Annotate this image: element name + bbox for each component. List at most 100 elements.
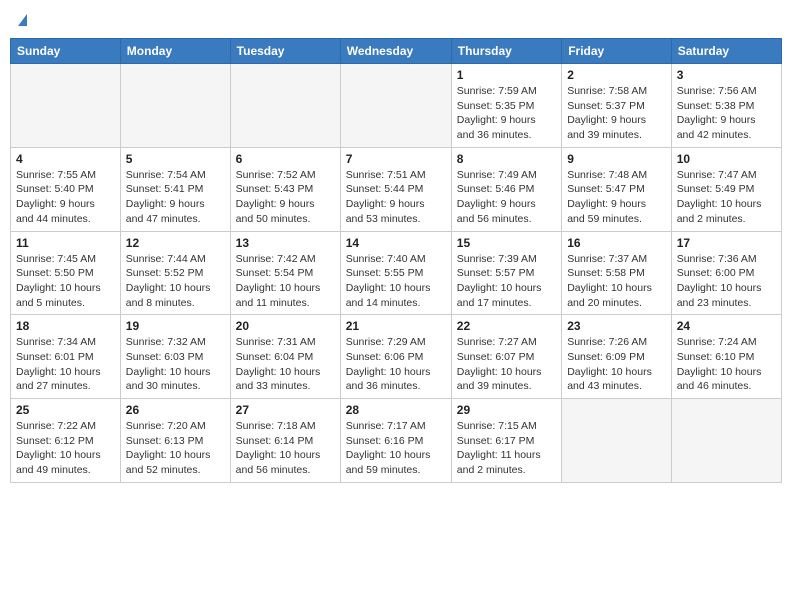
day-info: Sunrise: 7:52 AM Sunset: 5:43 PM Dayligh… [236,168,335,227]
day-number: 15 [457,236,556,250]
logo-triangle-icon [18,14,27,26]
day-info: Sunrise: 7:20 AM Sunset: 6:13 PM Dayligh… [126,419,225,478]
calendar-cell: 1 Sunrise: 7:59 AM Sunset: 5:35 PM Daylig… [451,64,561,148]
calendar-cell: 28 Sunrise: 7:17 AM Sunset: 6:16 PM Dayli… [340,399,451,483]
header [10,10,782,30]
day-info: Sunrise: 7:39 AM Sunset: 5:57 PM Dayligh… [457,252,556,311]
weekday-header-monday: Monday [120,39,230,64]
day-info: Sunrise: 7:47 AM Sunset: 5:49 PM Dayligh… [677,168,776,227]
weekday-header-saturday: Saturday [671,39,781,64]
day-number: 24 [677,319,776,333]
day-info: Sunrise: 7:56 AM Sunset: 5:38 PM Dayligh… [677,84,776,143]
calendar-cell: 11 Sunrise: 7:45 AM Sunset: 5:50 PM Dayli… [11,231,121,315]
calendar-cell: 12 Sunrise: 7:44 AM Sunset: 5:52 PM Dayli… [120,231,230,315]
calendar-cell: 21 Sunrise: 7:29 AM Sunset: 6:06 PM Dayli… [340,315,451,399]
calendar-week-1: 1 Sunrise: 7:59 AM Sunset: 5:35 PM Daylig… [11,64,782,148]
weekday-header-sunday: Sunday [11,39,121,64]
day-info: Sunrise: 7:44 AM Sunset: 5:52 PM Dayligh… [126,252,225,311]
calendar-cell: 9 Sunrise: 7:48 AM Sunset: 5:47 PM Daylig… [562,147,672,231]
calendar-week-3: 11 Sunrise: 7:45 AM Sunset: 5:50 PM Dayli… [11,231,782,315]
calendar-cell [230,64,340,148]
day-number: 17 [677,236,776,250]
day-info: Sunrise: 7:55 AM Sunset: 5:40 PM Dayligh… [16,168,115,227]
calendar-cell: 5Sunrise: 7:54 AM Sunset: 5:41 PM Daylig… [120,147,230,231]
day-number: 11 [16,236,115,250]
calendar-cell: 22 Sunrise: 7:27 AM Sunset: 6:07 PM Dayli… [451,315,561,399]
day-info: Sunrise: 7:48 AM Sunset: 5:47 PM Dayligh… [567,168,666,227]
day-info: Sunrise: 7:34 AM Sunset: 6:01 PM Dayligh… [16,335,115,394]
day-info: Sunrise: 7:26 AM Sunset: 6:09 PM Dayligh… [567,335,666,394]
day-info: Sunrise: 7:59 AM Sunset: 5:35 PM Dayligh… [457,84,556,143]
day-info: Sunrise: 7:37 AM Sunset: 5:58 PM Dayligh… [567,252,666,311]
calendar-cell: 7 Sunrise: 7:51 AM Sunset: 5:44 PM Daylig… [340,147,451,231]
calendar-cell: 10 Sunrise: 7:47 AM Sunset: 5:49 PM Dayli… [671,147,781,231]
day-info: Sunrise: 7:36 AM Sunset: 6:00 PM Dayligh… [677,252,776,311]
calendar-cell: 18Sunrise: 7:34 AM Sunset: 6:01 PM Dayli… [11,315,121,399]
calendar-cell: 16 Sunrise: 7:37 AM Sunset: 5:58 PM Dayli… [562,231,672,315]
calendar-cell: 3 Sunrise: 7:56 AM Sunset: 5:38 PM Daylig… [671,64,781,148]
day-number: 14 [346,236,446,250]
weekday-header-thursday: Thursday [451,39,561,64]
day-info: Sunrise: 7:18 AM Sunset: 6:14 PM Dayligh… [236,419,335,478]
calendar-cell: 4 Sunrise: 7:55 AM Sunset: 5:40 PM Daylig… [11,147,121,231]
day-number: 5 [126,152,225,166]
calendar-cell: 19 Sunrise: 7:32 AM Sunset: 6:03 PM Dayli… [120,315,230,399]
day-number: 28 [346,403,446,417]
day-info: Sunrise: 7:31 AM Sunset: 6:04 PM Dayligh… [236,335,335,394]
day-info: Sunrise: 7:42 AM Sunset: 5:54 PM Dayligh… [236,252,335,311]
calendar-cell: 25 Sunrise: 7:22 AM Sunset: 6:12 PM Dayli… [11,399,121,483]
day-number: 13 [236,236,335,250]
day-info: Sunrise: 7:15 AM Sunset: 6:17 PM Dayligh… [457,419,556,478]
calendar-cell: 6 Sunrise: 7:52 AM Sunset: 5:43 PM Daylig… [230,147,340,231]
day-number: 19 [126,319,225,333]
day-number: 1 [457,68,556,82]
day-number: 6 [236,152,335,166]
calendar-cell: 17 Sunrise: 7:36 AM Sunset: 6:00 PM Dayli… [671,231,781,315]
day-number: 10 [677,152,776,166]
day-info: Sunrise: 7:45 AM Sunset: 5:50 PM Dayligh… [16,252,115,311]
day-info: Sunrise: 7:32 AM Sunset: 6:03 PM Dayligh… [126,335,225,394]
calendar-cell: 24 Sunrise: 7:24 AM Sunset: 6:10 PM Dayli… [671,315,781,399]
calendar-week-4: 18Sunrise: 7:34 AM Sunset: 6:01 PM Dayli… [11,315,782,399]
calendar-week-5: 25 Sunrise: 7:22 AM Sunset: 6:12 PM Dayli… [11,399,782,483]
logo [16,14,27,26]
calendar-week-2: 4 Sunrise: 7:55 AM Sunset: 5:40 PM Daylig… [11,147,782,231]
day-number: 25 [16,403,115,417]
day-info: Sunrise: 7:58 AM Sunset: 5:37 PM Dayligh… [567,84,666,143]
calendar-cell [120,64,230,148]
day-number: 16 [567,236,666,250]
day-number: 20 [236,319,335,333]
day-info: Sunrise: 7:17 AM Sunset: 6:16 PM Dayligh… [346,419,446,478]
calendar-cell [340,64,451,148]
day-number: 22 [457,319,556,333]
calendar-cell: 29 Sunrise: 7:15 AM Sunset: 6:17 PM Dayli… [451,399,561,483]
calendar-cell: 8Sunrise: 7:49 AM Sunset: 5:46 PM Daylig… [451,147,561,231]
day-number: 3 [677,68,776,82]
day-number: 7 [346,152,446,166]
day-number: 26 [126,403,225,417]
calendar-cell [562,399,672,483]
calendar-cell: 26 Sunrise: 7:20 AM Sunset: 6:13 PM Dayli… [120,399,230,483]
calendar-table: SundayMondayTuesdayWednesdayThursdayFrid… [10,38,782,483]
day-info: Sunrise: 7:22 AM Sunset: 6:12 PM Dayligh… [16,419,115,478]
weekday-header-row: SundayMondayTuesdayWednesdayThursdayFrid… [11,39,782,64]
day-number: 9 [567,152,666,166]
calendar-cell: 15 Sunrise: 7:39 AM Sunset: 5:57 PM Dayli… [451,231,561,315]
day-number: 21 [346,319,446,333]
calendar-cell [11,64,121,148]
day-info: Sunrise: 7:29 AM Sunset: 6:06 PM Dayligh… [346,335,446,394]
day-number: 27 [236,403,335,417]
calendar-cell: 27 Sunrise: 7:18 AM Sunset: 6:14 PM Dayli… [230,399,340,483]
calendar-cell: 13 Sunrise: 7:42 AM Sunset: 5:54 PM Dayli… [230,231,340,315]
day-number: 2 [567,68,666,82]
day-number: 4 [16,152,115,166]
day-info: Sunrise: 7:49 AM Sunset: 5:46 PM Dayligh… [457,168,556,227]
day-number: 29 [457,403,556,417]
weekday-header-wednesday: Wednesday [340,39,451,64]
calendar-cell: 2 Sunrise: 7:58 AM Sunset: 5:37 PM Daylig… [562,64,672,148]
day-info: Sunrise: 7:24 AM Sunset: 6:10 PM Dayligh… [677,335,776,394]
day-info: Sunrise: 7:40 AM Sunset: 5:55 PM Dayligh… [346,252,446,311]
day-info: Sunrise: 7:51 AM Sunset: 5:44 PM Dayligh… [346,168,446,227]
day-info: Sunrise: 7:27 AM Sunset: 6:07 PM Dayligh… [457,335,556,394]
day-number: 12 [126,236,225,250]
